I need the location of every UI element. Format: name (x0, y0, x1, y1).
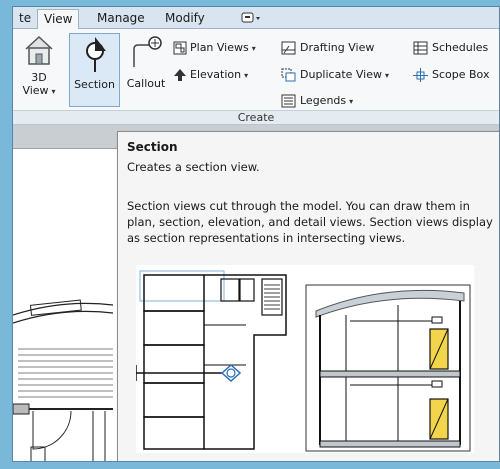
tab-modify[interactable]: Modify (159, 9, 211, 29)
legends-button[interactable]: Legends ▾ (281, 92, 353, 110)
chevron-down-icon: ▾ (244, 71, 249, 80)
plan-views-icon (173, 41, 187, 55)
drafting-view-button[interactable]: Drafting View (281, 39, 374, 57)
chevron-down-icon: ▾ (251, 44, 256, 53)
house-3d-icon (25, 35, 53, 65)
ribbon-tab-bar: te View Manage Modify (13, 7, 499, 29)
ribbon-panel: 3D View ▾ Section Callout Plan Views ▾ E… (13, 29, 499, 125)
3d-view-line1: 3D (31, 71, 47, 84)
scope-box-button[interactable]: Scope Box (413, 66, 489, 84)
scope-box-icon (413, 68, 428, 82)
chevron-down-icon: ▾ (349, 97, 354, 106)
tooltip-long-description: Section views cut through the model. You… (127, 199, 493, 245)
3d-view-button[interactable]: 3D View ▾ (17, 33, 61, 109)
schedules-button[interactable]: Schedules (413, 39, 488, 57)
create-group-label: Create (13, 110, 499, 124)
chevron-down-icon: ▾ (385, 71, 390, 80)
tab-manage[interactable]: Manage (91, 9, 151, 29)
elevation-icon (174, 69, 186, 81)
callout-button[interactable]: Callout (123, 33, 169, 109)
3d-view-line2: View ▾ (22, 84, 56, 97)
section-example-illustration (136, 265, 474, 453)
plan-views-button[interactable]: Plan Views ▾ (173, 39, 256, 57)
tooltip-title: Section (127, 140, 178, 154)
legends-icon (281, 94, 296, 108)
tab-view[interactable]: View (37, 9, 80, 29)
section-button[interactable]: Section (69, 33, 120, 107)
tooltip-short-description: Creates a section view. (127, 160, 260, 174)
plan-view-illustration (136, 270, 287, 450)
section-view-illustration (305, 284, 471, 452)
revit-window: te View Manage Modify 3D View ▾ Section … (12, 6, 500, 462)
section-label: Section (74, 78, 115, 91)
section-marker-icon (85, 37, 106, 72)
callout-label: Callout (126, 77, 166, 90)
schedules-icon (413, 41, 428, 55)
duplicate-view-icon (281, 68, 296, 82)
drafting-view-icon (281, 41, 296, 55)
duplicate-view-button[interactable]: Duplicate View ▾ (281, 66, 389, 84)
elevation-button[interactable]: Elevation ▾ (173, 66, 248, 84)
tab-create-partial[interactable]: te (13, 9, 37, 29)
chevron-down-icon: ▾ (51, 87, 56, 96)
section-tooltip: Section Creates a section view. Section … (117, 131, 499, 461)
panel-dropdown-icon[interactable] (241, 11, 263, 25)
callout-icon (133, 36, 162, 67)
floor-hatch (18, 348, 113, 398)
